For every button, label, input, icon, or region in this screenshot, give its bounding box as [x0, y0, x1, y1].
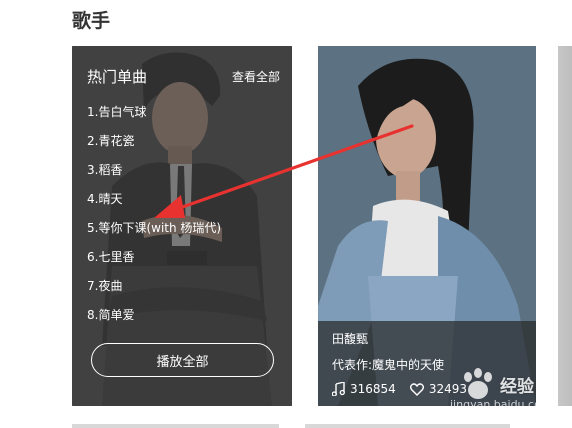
- watermark-url: jingyan.baidu.com: [450, 398, 552, 411]
- hot-songs-header: 热门单曲 查看全部: [87, 66, 280, 87]
- play-all-button[interactable]: 播放全部: [91, 343, 274, 377]
- view-all-link[interactable]: 查看全部: [232, 68, 280, 85]
- song-item[interactable]: 1.告白气球: [87, 105, 221, 134]
- hot-songs-card: 热门单曲 查看全部 1.告白气球 2.青花瓷 3.稻香 4.晴天 5.等你下课(…: [72, 46, 292, 406]
- song-list: 1.告白气球 2.青花瓷 3.稻香 4.晴天 5.等你下课(with 杨瑞代) …: [87, 105, 221, 337]
- watermark: 经验 jingyan.baidu.com: [440, 368, 570, 424]
- song-item[interactable]: 5.等你下课(with 杨瑞代): [87, 221, 221, 250]
- watermark-text: 经验: [500, 377, 534, 397]
- song-item[interactable]: 4.晴天: [87, 192, 221, 221]
- section-title: 歌手: [72, 10, 111, 32]
- hot-songs-title: 热门单曲: [87, 68, 148, 86]
- play-count: 316854: [350, 382, 396, 396]
- song-item[interactable]: 7.夜曲: [87, 279, 221, 308]
- song-item[interactable]: 8.简单爱: [87, 308, 221, 337]
- song-item[interactable]: 3.稻香: [87, 163, 221, 192]
- play-count-stat: 316854: [332, 382, 396, 396]
- song-item[interactable]: 2.青花瓷: [87, 134, 221, 163]
- heart-icon[interactable]: [409, 382, 424, 396]
- representative-work-title[interactable]: 魔鬼中的天使: [372, 358, 444, 372]
- representative-work-label: 代表作:: [332, 358, 373, 372]
- artist-card-partial[interactable]: [558, 46, 572, 406]
- next-row-partial: [72, 424, 536, 428]
- artist-name[interactable]: 田馥甄: [332, 330, 368, 347]
- music-note-icon: [332, 382, 345, 396]
- paw-icon: [464, 368, 492, 399]
- artist-representative-work: 代表作:魔鬼中的天使: [332, 356, 444, 373]
- artist-card[interactable]: 田馥甄 代表作:魔鬼中的天使 316854 32493: [318, 46, 536, 406]
- song-item[interactable]: 6.七里香: [87, 250, 221, 279]
